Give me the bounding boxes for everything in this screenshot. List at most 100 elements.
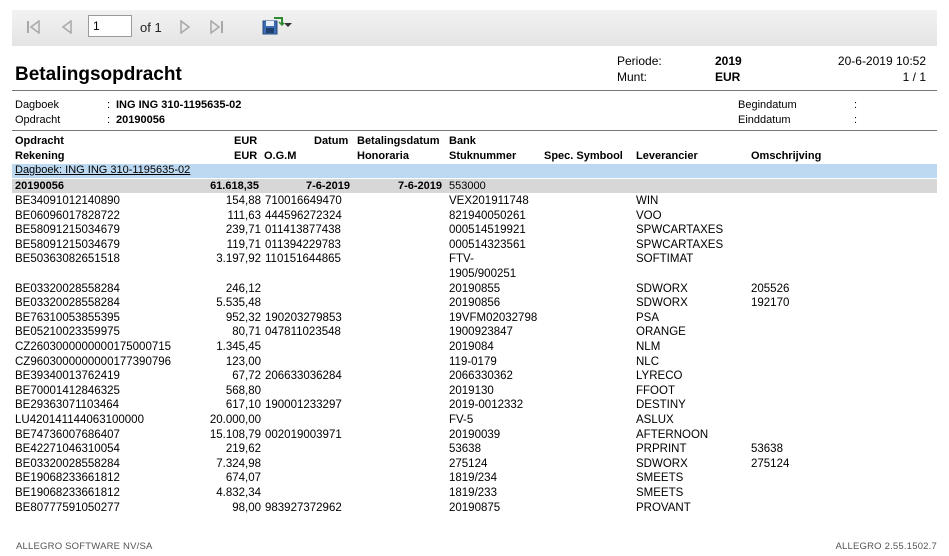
cell-ogm: 190203279853	[265, 311, 342, 324]
cell-rekening: BE05210023359975	[15, 326, 120, 339]
einddatum-label: Einddatum	[738, 114, 791, 126]
cell-leverancier: PRPRINT	[636, 443, 687, 456]
cell-rekening: BE58091215034679	[15, 224, 120, 237]
cell-leverancier: NLC	[636, 355, 660, 368]
cell-leverancier: SDWORX	[636, 297, 688, 310]
table-row: BE58091215034679 119,71 011394229783 000514…	[15, 238, 925, 253]
table-row: BE03320028558284 246,12 20190855 SDWORX 2055…	[15, 282, 925, 297]
cell-ogm: 444596272324	[265, 209, 342, 222]
cell-eur: 568,80	[225, 384, 261, 397]
col-header-spec-symbool: Spec. Symbool	[544, 150, 623, 162]
table-row: BE19068233661812 674,07 1819/234 SMEETS	[15, 471, 925, 486]
summary-datum: 7-6-2019	[305, 180, 350, 192]
cell-leverancier: NLM	[636, 341, 661, 353]
cell-eur: 119,71	[226, 238, 261, 251]
cell-rekening: BE03320028558284	[15, 297, 120, 310]
dropdown-arrow-icon[interactable]	[284, 20, 292, 30]
table-row: BE03320028558284 5.535,48 20190856 SDWORX 19…	[15, 296, 925, 311]
cell-ogm: 011394229783	[265, 238, 341, 251]
summary-opdracht: 20190056	[15, 180, 64, 192]
cell-omschrijving: 192170	[751, 297, 790, 310]
divider	[12, 90, 937, 91]
table-row: BE39340013762419 67,72 206633036284 2066330…	[15, 369, 925, 384]
opdracht-label: Opdracht	[15, 114, 61, 126]
report-datetime: 20-6-2019 10:52	[837, 54, 926, 68]
cell-rekening: BE03320028558284	[15, 457, 120, 470]
cell-leverancier: SOFTIMAT	[636, 253, 694, 266]
export-icon[interactable]	[262, 16, 284, 36]
cell-rekening: BE58091215034679	[15, 238, 120, 251]
table-row: BE29363071103464 617,10 190001233297 2019-0…	[15, 398, 925, 413]
table-row: BE80777591050277 98,00 983927372962 2019087…	[15, 501, 925, 516]
cell-stuknummer: 000514323561	[449, 238, 526, 251]
cell-stuknummer: 1900923847	[449, 326, 513, 339]
cell-rekening: BE50363082651518	[15, 253, 120, 266]
cell-leverancier: SPWCARTAXES	[636, 224, 724, 237]
table-row: CZ2603000000000175000715 1.345,45 2019084 N…	[15, 340, 925, 355]
cell-leverancier: SMEETS	[636, 487, 684, 499]
col-header-ogm: O.G.M	[264, 150, 297, 162]
periode-label: Periode:	[617, 54, 662, 68]
summary-amount: 61.618,35	[210, 180, 259, 192]
cell-rekening: BE74736007686407	[15, 428, 120, 441]
cell-leverancier: SDWORX	[636, 457, 688, 470]
cell-omschrijving: 275124	[751, 457, 790, 470]
cell-stuknummer: FV-5	[449, 414, 474, 426]
col-header-bank: Bank	[449, 135, 476, 147]
cell-rekening: CZ2603000000000175000715	[15, 341, 172, 353]
col-header-opdracht: Opdracht	[15, 135, 64, 147]
cell-leverancier: AFTERNOON	[636, 428, 709, 441]
cell-stuknummer: 20190855	[449, 282, 501, 295]
cell-rekening: BE70001412846325	[15, 384, 120, 397]
cell-rekening: BE06096017828722	[15, 209, 120, 222]
table-row: LU420141144063100000 20.000,00 FV-5 ASLUX	[15, 413, 925, 428]
dagboek-label: Dagboek	[15, 99, 60, 111]
report-title: Betalingsopdracht	[15, 64, 182, 85]
dagboek-group-link[interactable]: Dagboek: ING ING 310-1195635-02	[15, 164, 190, 176]
first-page-icon[interactable]	[24, 18, 42, 36]
begindatum-label: Begindatum	[738, 99, 797, 111]
cell-ogm: 047811023548	[265, 326, 341, 339]
cell-eur: 20.000,00	[209, 414, 261, 426]
cell-leverancier: SDWORX	[636, 282, 688, 295]
cell-stuknummer: FTV-	[449, 253, 474, 266]
cell-leverancier: ORANGE	[636, 326, 686, 339]
next-page-icon[interactable]	[176, 18, 194, 36]
cell-rekening: LU420141144063100000	[15, 414, 144, 426]
cell-rekening: BE19068233661812	[15, 487, 120, 499]
cell-stuknummer: 1819/234	[449, 472, 497, 485]
col-header-datum: Datum	[314, 135, 349, 147]
page-number-input[interactable]	[88, 15, 132, 37]
cell-eur: 154,88	[225, 195, 261, 207]
cell-eur: 67,72	[232, 370, 261, 383]
colon: :	[107, 99, 111, 111]
cell-rekening: BE76310053855395	[15, 311, 120, 324]
report-page-count: 1 / 1	[902, 70, 926, 84]
cell-leverancier: PROVANT	[636, 501, 691, 514]
col-header-honoraria: Honoraria	[357, 150, 409, 162]
cell-stuknummer: 20190856	[449, 297, 501, 310]
munt-label: Munt:	[617, 70, 648, 84]
cell-stuknummer: 2019084	[449, 341, 494, 353]
cell-eur: 7.324,98	[216, 457, 261, 470]
cell-eur: 952,32	[225, 311, 261, 324]
cell-leverancier: VOO	[636, 209, 662, 222]
table-row: BE06096017828722 111,63 444596272324 821940…	[15, 209, 925, 224]
cell-omschrijving: 205526	[751, 282, 790, 295]
col-header-leverancier: Leverancier	[636, 150, 698, 162]
cell-stuknummer: 2019130	[449, 384, 494, 397]
cell-omschrijving: 53638	[751, 443, 783, 456]
last-page-icon[interactable]	[208, 18, 226, 36]
table-row: BE74736007686407 15.108,79 002019003971 201…	[15, 428, 925, 443]
cell-rekening: BE39340013762419	[15, 370, 120, 383]
periode-value: 2019	[715, 54, 742, 68]
cell-stuknummer: 000514519921	[449, 224, 526, 237]
cell-eur: 239,71	[225, 224, 261, 237]
summary-betalingsdatum: 7-6-2019	[397, 180, 442, 192]
table-row: BE58091215034679 239,71 011413877438 000514…	[15, 223, 925, 238]
previous-page-icon[interactable]	[58, 18, 76, 36]
cell-ogm: 002019003971	[265, 428, 342, 441]
munt-value: EUR	[715, 70, 741, 84]
cell-eur: 15.108,79	[209, 428, 261, 441]
cell-leverancier: SPWCARTAXES	[636, 238, 724, 251]
